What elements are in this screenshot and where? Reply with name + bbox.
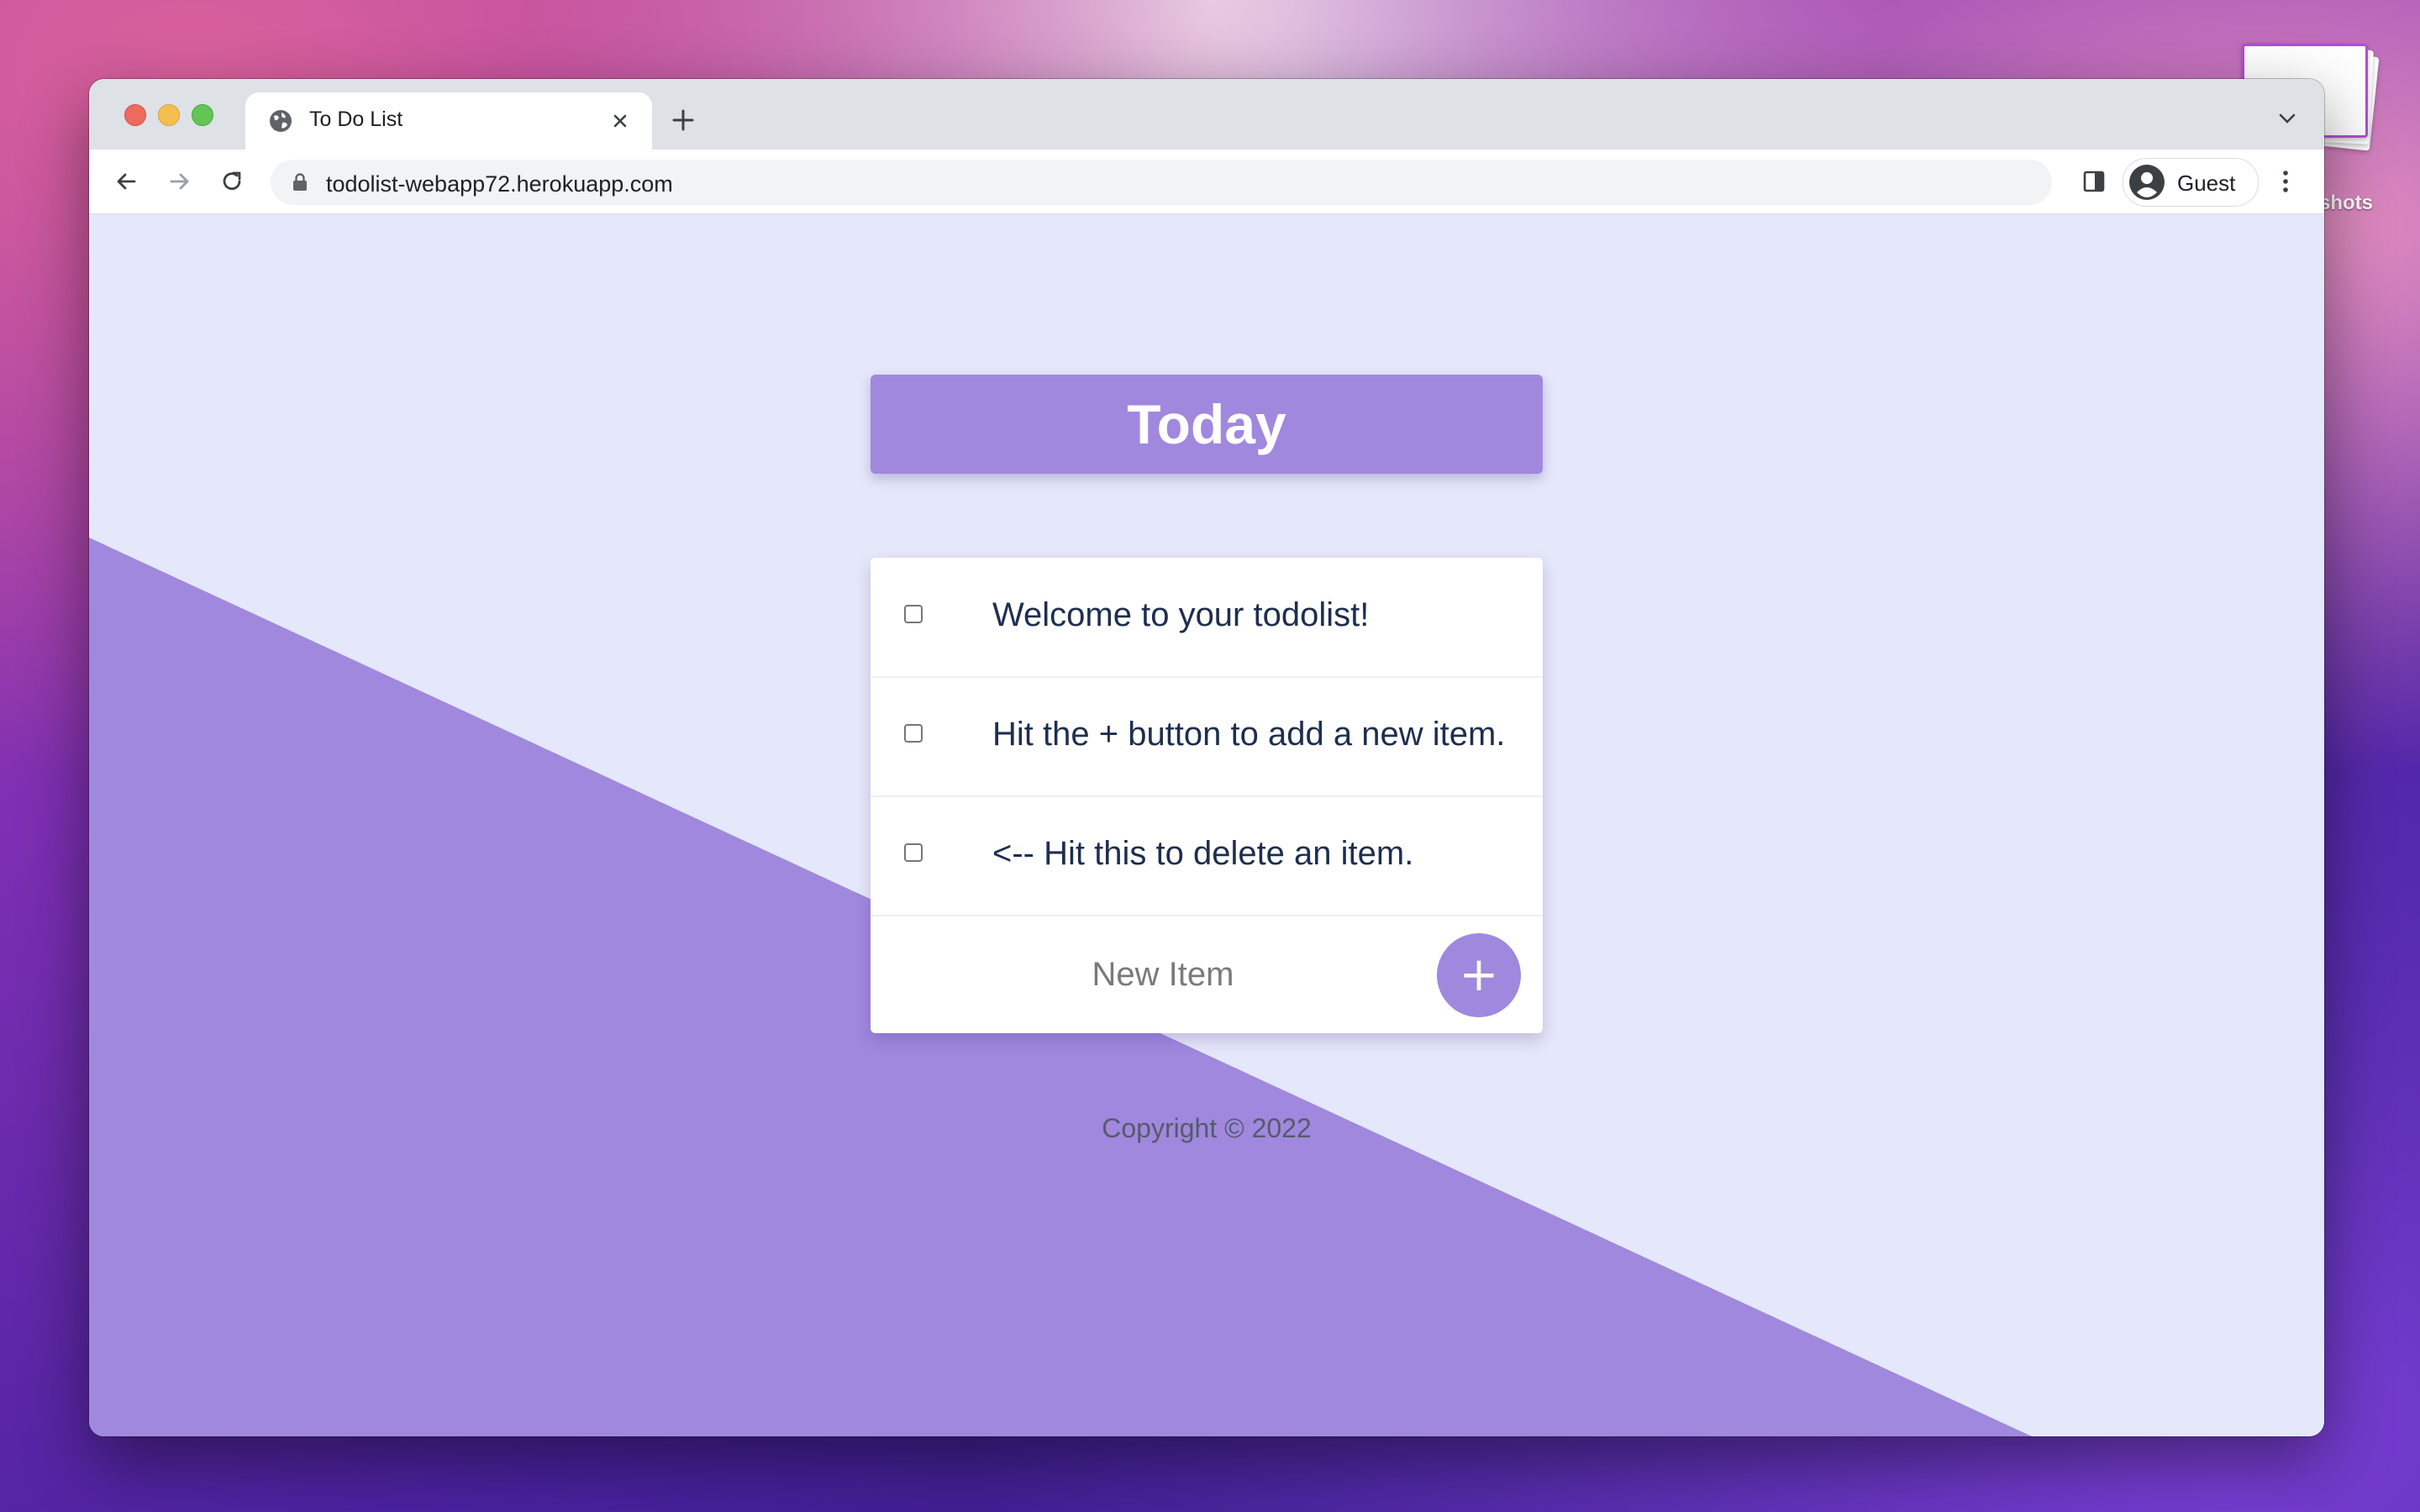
item-label: Hit the + button to add a new item. — [992, 716, 1506, 753]
url-text[interactable]: todolist-webapp72.herokuapp.com — [326, 171, 673, 197]
zoom-window-button[interactable] — [192, 104, 213, 126]
page-title: Today — [1127, 393, 1286, 455]
lock-icon[interactable] — [292, 173, 308, 192]
address-bar[interactable]: todolist-webapp72.herokuapp.com — [271, 160, 2052, 205]
browser-window: To Do List todolist-webapp72.herokuapp.c… — [89, 79, 2324, 1436]
browser-toolbar: todolist-webapp72.herokuapp.com Guest — [89, 150, 2324, 214]
back-arrow-icon[interactable] — [111, 166, 141, 197]
plus-icon[interactable] — [669, 106, 697, 134]
chevron-down-icon[interactable] — [2275, 109, 2299, 128]
page-viewport: Today Welcome to your todolist! Hit the … — [89, 214, 2324, 1436]
minimize-window-button[interactable] — [158, 104, 180, 126]
list-item: <-- Hit this to delete an item. — [871, 796, 1543, 916]
item-label: <-- Hit this to delete an item. — [992, 835, 1414, 872]
globe-icon — [270, 110, 292, 132]
close-icon[interactable] — [608, 109, 632, 133]
desktop-icon-label: shots — [2319, 192, 2374, 214]
list-item: Hit the + button to add a new item. — [871, 677, 1543, 797]
footer-copyright: Copyright © 2022 — [1102, 1113, 1312, 1143]
tab-to-do-list[interactable]: To Do List — [245, 92, 652, 150]
profile-button[interactable]: Guest — [2123, 158, 2259, 207]
item-checkbox[interactable] — [904, 724, 923, 743]
item-label: Welcome to your todolist! — [992, 596, 1370, 633]
forward-arrow-icon[interactable] — [165, 166, 195, 197]
tab-strip: To Do List — [89, 79, 2324, 150]
item-checkbox[interactable] — [904, 605, 923, 623]
heading-banner: Today — [871, 375, 1543, 474]
new-item-input[interactable] — [901, 940, 1425, 1009]
profile-avatar-icon — [2129, 165, 2165, 200]
new-item-form: + — [871, 915, 1543, 1033]
profile-name: Guest — [2177, 171, 2236, 196]
more-vert-icon[interactable] — [2277, 166, 2294, 197]
side-panel-icon[interactable] — [2081, 168, 2107, 195]
add-item-button[interactable]: + — [1437, 933, 1521, 1017]
todo-list: Welcome to your todolist! Hit the + butt… — [871, 558, 1543, 1033]
list-item: Welcome to your todolist! — [871, 558, 1543, 678]
item-checkbox[interactable] — [904, 843, 923, 862]
reload-icon[interactable] — [217, 166, 247, 197]
close-window-button[interactable] — [124, 104, 146, 126]
tab-title: To Do List — [309, 108, 403, 131]
